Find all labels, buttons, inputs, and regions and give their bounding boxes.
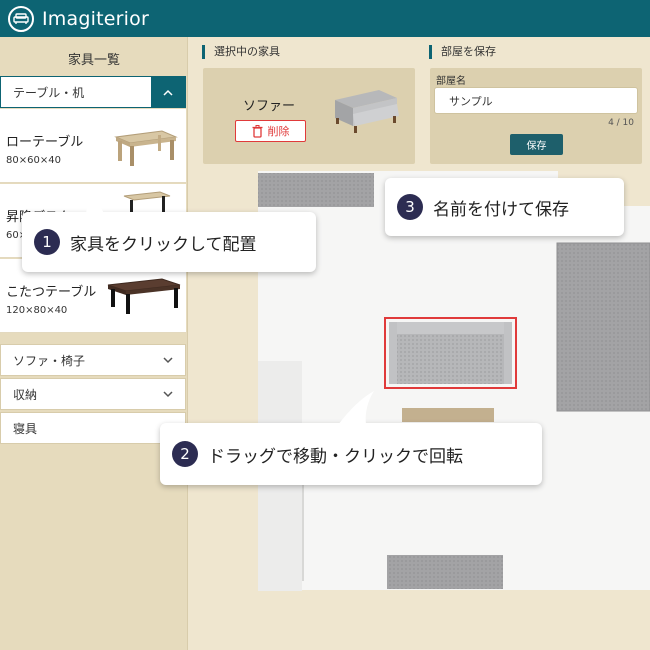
furniture-item-name: こたつテーブル	[6, 285, 97, 300]
low-table-thumbnail	[114, 130, 178, 166]
selected-furniture-panel: 選択中の家具 ソファー 削除	[188, 37, 428, 171]
chevron-down-icon[interactable]	[151, 379, 185, 409]
category-label: 寝具	[13, 421, 38, 436]
step-number-badge: 2	[172, 441, 198, 467]
tip-3: 3 名前を付けて保存	[385, 178, 624, 236]
top-furniture[interactable]	[258, 173, 374, 207]
selected-furniture-name: ソファー	[243, 99, 296, 114]
furniture-item-size: 120×80×40	[6, 305, 68, 316]
selected-furniture-box: ソファー 削除	[203, 68, 415, 164]
delete-button[interactable]: 削除	[235, 120, 306, 142]
category-table-desk[interactable]: テーブル・机	[0, 76, 186, 108]
sofa-preview-image	[335, 90, 399, 133]
sidebar-title: 家具一覧	[67, 53, 120, 68]
panel-title: 部屋を保存	[429, 45, 496, 59]
furniture-sidebar: 家具一覧 テーブル・机 ローテーブル 80×60×40 昇降デスク 60× こた…	[0, 37, 188, 650]
category-label: テーブル・机	[13, 85, 85, 100]
bottom-furniture[interactable]	[387, 555, 503, 589]
tip-text: 名前を付けて保存	[433, 199, 569, 220]
furniture-item-size: 80×60×40	[6, 155, 61, 166]
category-bedding[interactable]: 寝具	[0, 412, 186, 444]
tip-text: 家具をクリックして配置	[70, 234, 257, 255]
furniture-item-name: ローテーブル	[6, 135, 84, 150]
step-number-badge: 3	[397, 194, 423, 220]
save-room-box: 部屋名 4 / 10 保存	[430, 68, 642, 164]
save-button[interactable]: 保存	[510, 134, 563, 155]
tip-text: ドラッグで移動・クリックで回転	[208, 446, 463, 467]
category-label: 収納	[13, 387, 38, 402]
char-counter: 4 / 10	[608, 118, 634, 128]
save-room-panel: 部屋を保存 部屋名 4 / 10 保存	[415, 37, 650, 171]
tip-pointer	[86, 184, 104, 214]
sofa-icon	[8, 5, 34, 32]
room-name-input[interactable]	[434, 87, 638, 114]
chevron-up-icon[interactable]	[151, 77, 185, 107]
category-label: ソファ・椅子	[13, 353, 86, 368]
panel-title: 選択中の家具	[202, 45, 280, 59]
delete-label: 削除	[267, 125, 290, 138]
room-name-label: 部屋名	[436, 76, 466, 87]
kotatsu-thumbnail	[107, 278, 181, 314]
app-title: Imagiterior	[42, 7, 149, 30]
tip-2: 2 ドラッグで移動・クリックで回転	[160, 391, 542, 485]
chevron-down-icon[interactable]	[151, 345, 185, 375]
step-number-badge: 1	[34, 229, 60, 255]
tip-1: 1 家具をクリックして配置	[22, 184, 316, 272]
low-table-on-floor[interactable]	[402, 408, 494, 422]
tip-pointer	[338, 391, 374, 425]
category-storage[interactable]: 収納	[0, 378, 186, 410]
furniture-item-low-table[interactable]: ローテーブル 80×60×40	[0, 109, 186, 183]
trash-icon	[252, 124, 262, 138]
app-header: Imagiterior	[0, 0, 650, 37]
category-sofa-chair[interactable]: ソファ・椅子	[0, 344, 186, 376]
bed[interactable]	[556, 242, 650, 412]
